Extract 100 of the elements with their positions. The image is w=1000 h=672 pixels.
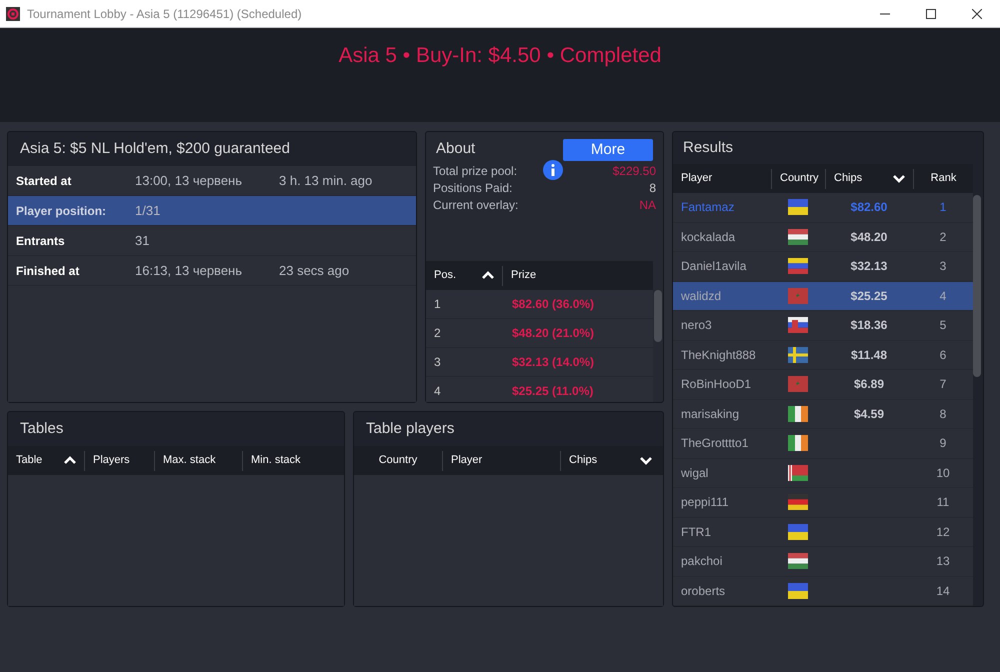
table-cell-text: $82.60 (36.0%) [511,296,594,313]
chips-amount: $82.60 [850,199,888,216]
table-cell-text: 4 [433,383,442,400]
rank-number: 11 [936,494,950,512]
panel-title: Asia 5: $5 NL Hold'em, $200 guaranteed [20,138,290,159]
rank-number: 4 [940,288,946,305]
result-row[interactable]: kockalada $48.20 2 [673,222,973,252]
rank-number: 8 [940,406,946,423]
rank-number: 14 [936,582,950,600]
chips-amount: $4.59 [854,406,884,423]
more-button[interactable]: More [563,138,653,160]
rank-number: 10 [936,464,950,482]
rank-number: 1 [940,199,946,216]
column-header[interactable]: Country [771,168,825,188]
panel-title: About [436,139,476,160]
player-name: walidzd [680,288,722,305]
column-header[interactable]: Player [673,168,771,188]
result-row[interactable]: FTR1 12 [673,518,973,547]
chevron-down-icon[interactable] [640,456,652,465]
column-header[interactable]: Rank [913,168,973,188]
chips-amount: $11.48 [850,346,888,364]
stat-value: $229.50 [612,162,656,180]
row-value: 1/31 [135,202,162,220]
rank-number: 9 [940,435,946,452]
player-name: Fantamaz [680,199,736,216]
table-cell-text: 3 [433,354,442,371]
column-header[interactable]: Pos. [426,266,502,286]
row-label: Player position: [16,202,108,220]
chips-amount: $48.20 [850,228,888,246]
tournament-headline: Asia 5 • Buy-In: $4.50 • Completed [338,43,662,66]
row-value: 31 [135,232,150,250]
table-cell-text: $32.13 (14.0%) [511,354,594,371]
column-header[interactable]: Players [84,450,154,470]
row-label: Started at [16,172,72,190]
panel-title: Table players [366,418,454,439]
table-cell-text: $48.20 (21.0%) [511,325,594,342]
player-name: marisaking [680,406,740,423]
row-value: 13:00, 13 червень [135,172,244,190]
result-row[interactable]: oroberts 14 [673,576,973,606]
scrollbar[interactable] [973,195,981,377]
column-header[interactable]: Chips [560,450,660,470]
close-icon [972,8,982,18]
player-name: TheGrotttto1 [680,435,750,452]
result-row[interactable]: pakchoi 13 [673,547,973,576]
column-header[interactable]: Min. stack [242,450,342,470]
rank-number: 5 [940,317,946,334]
info-icon[interactable] [543,160,563,180]
column-header[interactable]: Country [354,450,442,470]
rank-number: 6 [940,346,946,364]
result-row[interactable]: TheKnight888 $11.48 6 [673,340,973,370]
stat-label: Total prize pool: [433,162,518,180]
panel-title: Tables [20,418,64,439]
player-name: TheKnight888 [680,346,757,364]
result-row[interactable]: walidzd $25.25 4 [673,282,973,311]
rank-number: 12 [936,524,950,541]
stat-label: Positions Paid: [433,180,512,196]
chips-amount: $6.89 [854,376,884,394]
stat-label: Current overlay: [433,196,518,214]
window-title: Tournament Lobby - Asia 5 (11296451) (Scheduled) [27,6,302,22]
row-time-ago: 23 secs ago [279,262,350,280]
chevron-up-icon[interactable] [64,456,76,465]
player-name: oroberts [680,582,726,600]
rank-number: 7 [940,376,946,394]
row-time-ago: 3 h. 13 min. ago [279,172,372,190]
result-row[interactable]: wigal 10 [673,458,973,488]
chips-amount: $32.13 [850,258,888,276]
result-row[interactable]: RoBinHooD1 $6.89 7 [673,370,973,400]
app-logo-icon [6,6,20,20]
column-header[interactable]: Chips [825,168,913,188]
player-name: FTR1 [680,524,712,541]
table-cell-text: 1 [433,296,442,313]
table-cell-text: 2 [433,325,442,342]
scrollbar[interactable] [654,290,662,342]
player-name: Daniel1avila [680,258,748,276]
column-header[interactable]: Prize [502,266,654,286]
result-row[interactable]: nero3 $18.36 5 [673,311,973,340]
chips-amount: $25.25 [850,288,888,305]
player-name: wigal [680,464,710,482]
result-row[interactable]: TheGrotttto1 9 [673,429,973,458]
result-row[interactable]: peppi111 11 [673,488,973,518]
player-name: kockalada [680,228,736,246]
chevron-down-icon[interactable] [893,174,905,183]
rank-number: 2 [940,228,946,246]
panel-title: Results [683,138,734,158]
stat-value: 8 [649,180,656,196]
column-header[interactable]: Player [442,450,560,470]
column-header[interactable]: Table [8,450,84,470]
rank-number: 13 [936,553,950,570]
row-value: 16:13, 13 червень [135,262,244,280]
row-label: Entrants [16,232,66,250]
stat-value: NA [639,196,656,214]
player-name: peppi111 [680,494,730,512]
chevron-up-icon[interactable] [482,271,494,280]
rank-number: 3 [940,258,946,276]
player-name: nero3 [680,317,713,334]
chips-amount: $18.36 [850,317,888,334]
row-label: Finished at [16,262,80,280]
maximize-icon [926,8,936,18]
column-header[interactable]: Max. stack [154,450,242,470]
result-row[interactable]: marisaking $4.59 8 [673,400,973,429]
